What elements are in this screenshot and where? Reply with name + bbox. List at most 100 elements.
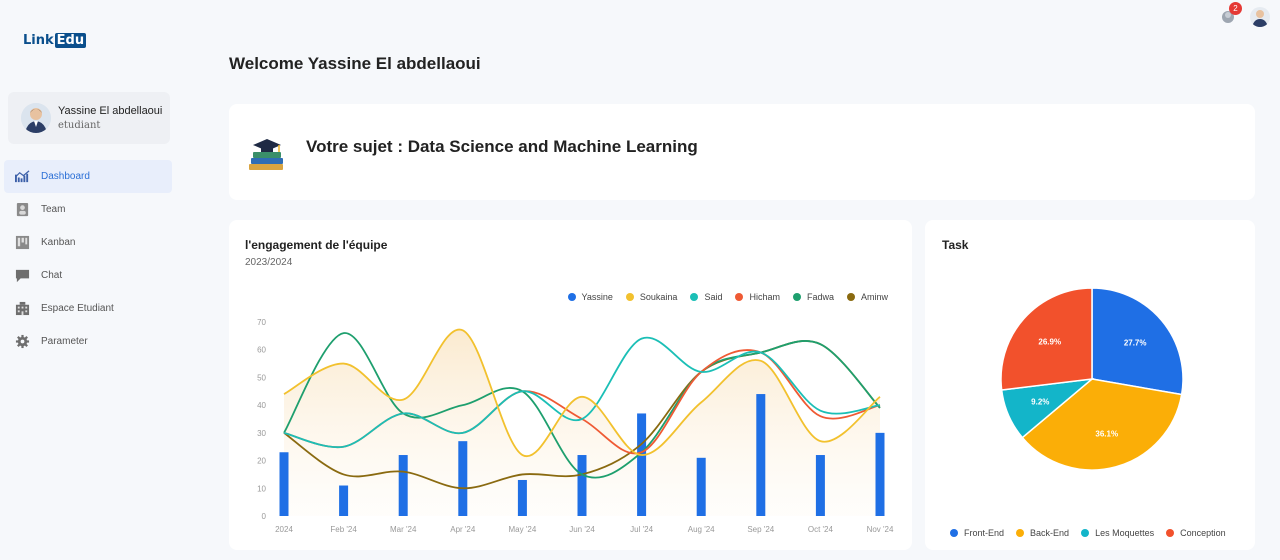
series-line-said[interactable]	[283, 336, 881, 449]
legend-item-fadwa[interactable]: Fadwa	[792, 292, 834, 302]
sidebar-item-label: Chat	[41, 270, 63, 281]
legend-label: Yassine	[581, 292, 613, 302]
legend-item-front-end[interactable]: Front-End	[950, 528, 1004, 538]
chart-line-icon	[14, 169, 30, 185]
sidebar-item-parameter[interactable]: Parameter	[4, 325, 172, 358]
logo-text-edu: Edu	[54, 33, 87, 48]
page-title: Welcome Yassine El abdellaoui	[229, 54, 481, 73]
sidebar-item-label: Parameter	[41, 336, 88, 347]
x-tick-label: Aug '24	[688, 525, 715, 534]
task-pie-chart: 27.7% 36.1% 9.2% 26.9%	[1000, 287, 1184, 471]
bar-yassine[interactable]	[339, 485, 349, 516]
legend-label: Les Moquettes	[1095, 528, 1155, 538]
chart-legend: Yassine Soukaina Said Hicham Fadwa Aminw	[555, 292, 888, 302]
sidebar-item-label: Team	[41, 204, 66, 215]
logo-text-link: Link	[23, 33, 54, 48]
sidebar-item-label: Dashboard	[41, 171, 90, 182]
y-tick-label: 0	[262, 512, 267, 521]
legend-label: Front-End	[964, 528, 1005, 538]
subject-card: Votre sujet : Data Science and Machine L…	[229, 104, 1255, 200]
bar-yassine[interactable]	[517, 479, 527, 516]
notification-badge: 2	[1229, 2, 1242, 15]
legend-label: Back-End	[1030, 528, 1070, 538]
sidebar-nav: Dashboard Team Kanban Chat Espace Etudia…	[4, 160, 172, 358]
sidebar-item-team[interactable]: Team	[4, 193, 172, 226]
building-icon	[14, 301, 30, 317]
legend-label: Conception	[1180, 528, 1226, 538]
legend-swatch	[735, 293, 744, 301]
engagement-chart-card: l'engagement de l'équipe 2023/2024 Yassi…	[229, 220, 912, 550]
series-line-fadwa[interactable]	[283, 332, 881, 479]
user-avatar[interactable]	[1250, 7, 1270, 27]
bar-yassine[interactable]	[696, 457, 706, 516]
x-tick-label: Sep '24	[747, 525, 774, 534]
x-tick-label: Nov '24	[867, 525, 894, 534]
y-tick-label: 60	[257, 346, 266, 355]
kanban-icon	[14, 235, 30, 251]
bar-yassine[interactable]	[279, 452, 289, 516]
profile-role: etudiant	[58, 120, 101, 131]
legend-label: Soukaina	[639, 292, 678, 302]
legend-item-soukaina[interactable]: Soukaina	[625, 292, 678, 302]
pie-data-label: 36.1%	[1095, 429, 1118, 438]
profile-name: Yassine El abdellaoui	[58, 105, 163, 117]
legend-item-yassine[interactable]: Yassine	[567, 292, 613, 302]
series-line-aminw[interactable]	[283, 340, 881, 490]
legend-label: Said	[704, 292, 723, 302]
legend-item-hicham[interactable]: Hicham	[735, 292, 780, 302]
y-tick-label: 20	[257, 457, 266, 466]
legend-swatch	[625, 293, 634, 301]
sidebar-item-dashboard[interactable]: Dashboard	[4, 160, 172, 193]
legend-item-aminw[interactable]: Aminw	[846, 292, 888, 302]
books-graduation-icon	[247, 136, 287, 172]
bar-yassine[interactable]	[756, 394, 766, 516]
chart-subtitle: 2023/2024	[245, 257, 293, 268]
profile-card[interactable]: Yassine El abdellaoui etudiant	[8, 92, 170, 144]
y-tick-label: 50	[257, 373, 266, 382]
bar-yassine[interactable]	[577, 455, 587, 516]
subject-title: Votre sujet : Data Science and Machine L…	[306, 137, 698, 156]
x-tick-label: Apr '24	[450, 525, 476, 534]
legend-label: Aminw	[860, 292, 888, 302]
pie-data-label: 26.9%	[1038, 338, 1061, 347]
legend-swatch	[1016, 529, 1025, 537]
y-tick-label: 10	[257, 484, 266, 493]
avatar	[21, 103, 51, 133]
x-tick-label: Mar '24	[390, 525, 417, 534]
x-tick-label: Jun '24	[569, 525, 595, 534]
app-logo[interactable]: Link Edu	[23, 33, 87, 48]
sidebar-item-chat[interactable]: Chat	[4, 259, 172, 292]
y-tick-label: 30	[257, 429, 266, 438]
bar-yassine[interactable]	[815, 455, 825, 516]
legend-swatch	[1081, 529, 1090, 537]
x-tick-label: Oct '24	[808, 525, 834, 534]
legend-item-les-moquettes[interactable]: Les Moquettes	[1081, 528, 1154, 538]
bar-yassine[interactable]	[875, 432, 885, 516]
series-line-soukaina[interactable]	[283, 328, 881, 458]
chart-title: l'engagement de l'équipe	[245, 238, 388, 252]
legend-swatch	[792, 293, 801, 301]
sidebar-item-label: Kanban	[41, 237, 76, 248]
legend-item-back-end[interactable]: Back-End	[1016, 528, 1069, 538]
pie-data-label: 27.7%	[1124, 339, 1147, 348]
pie-data-label: 9.2%	[1031, 398, 1049, 407]
x-tick-label: May '24	[509, 525, 537, 534]
legend-swatch	[567, 293, 576, 301]
y-tick-label: 70	[257, 318, 266, 327]
legend-swatch	[690, 293, 699, 301]
sidebar-item-espace-etudiant[interactable]: Espace Etudiant	[4, 292, 172, 325]
legend-item-conception[interactable]: Conception	[1166, 528, 1226, 538]
legend-swatch	[950, 529, 958, 537]
series-line-hicham[interactable]	[283, 349, 881, 455]
legend-item-said[interactable]: Said	[690, 292, 722, 302]
series-area-fill	[284, 329, 880, 516]
legend-swatch	[1166, 529, 1175, 537]
gear-icon	[14, 334, 30, 350]
sidebar-item-label: Espace Etudiant	[41, 303, 114, 314]
bar-yassine[interactable]	[458, 441, 468, 516]
sidebar-item-kanban[interactable]: Kanban	[4, 226, 172, 259]
bar-yassine[interactable]	[637, 413, 647, 516]
team-icon	[14, 202, 30, 218]
bar-yassine[interactable]	[398, 455, 408, 516]
sidebar: Link Edu Yassine El abdellaoui etudiant D…	[0, 0, 180, 560]
